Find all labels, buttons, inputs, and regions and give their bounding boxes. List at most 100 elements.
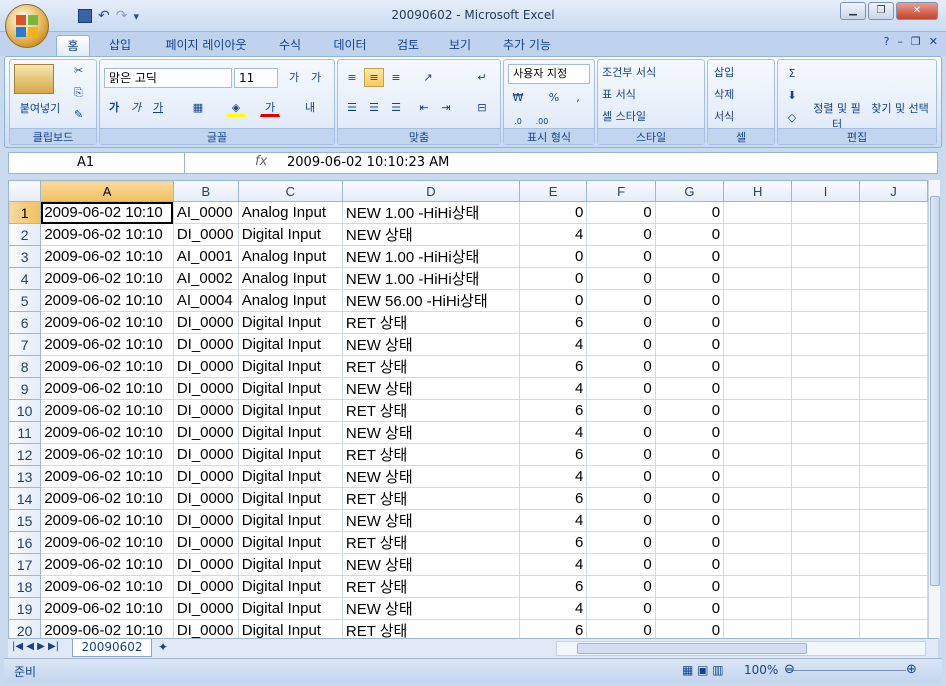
cell[interactable]: 2009-06-02 10:10 xyxy=(40,333,174,356)
column-header[interactable]: A xyxy=(40,180,174,202)
font-color-icon[interactable]: 가 xyxy=(260,98,280,117)
cell[interactable]: 6 xyxy=(518,399,588,422)
cell[interactable]: DI_0000 xyxy=(172,223,239,246)
cell[interactable] xyxy=(859,465,928,488)
cell[interactable] xyxy=(791,421,861,444)
cell[interactable]: DI_0000 xyxy=(172,311,239,334)
tab-view[interactable]: 보기 xyxy=(440,35,480,56)
cell[interactable] xyxy=(859,421,928,444)
cell[interactable]: 0 xyxy=(586,443,656,466)
cell[interactable] xyxy=(723,575,793,598)
row-header[interactable]: 12 xyxy=(8,443,42,466)
cell[interactable]: 0 xyxy=(586,531,656,554)
cell[interactable]: 0 xyxy=(654,289,725,312)
cell[interactable]: NEW 상태 xyxy=(341,223,520,246)
cell[interactable]: 2009-06-02 10:10 xyxy=(40,377,174,400)
cell[interactable]: NEW 1.00 -HiHi상태 xyxy=(341,201,520,224)
cell[interactable] xyxy=(723,333,793,356)
insert-sheet-icon[interactable]: ✦ xyxy=(158,640,168,654)
cell[interactable]: 6 xyxy=(518,531,588,554)
cell[interactable] xyxy=(791,333,861,356)
cell[interactable]: 0 xyxy=(654,201,725,224)
column-header[interactable]: C xyxy=(237,180,343,202)
cell[interactable]: 0 xyxy=(654,597,725,620)
cell[interactable] xyxy=(791,553,861,576)
align-middle-icon[interactable]: ≡ xyxy=(364,68,384,87)
cell[interactable]: 0 xyxy=(654,487,725,510)
cell[interactable]: NEW 상태 xyxy=(341,421,520,444)
cell[interactable]: DI_0000 xyxy=(172,333,239,356)
view-buttons-icon[interactable]: ▦ ▣ ▥ xyxy=(682,663,724,677)
tab-page-layout[interactable]: 페이지 레이아웃 xyxy=(150,35,262,56)
cell[interactable]: 4 xyxy=(518,509,588,532)
percent-icon[interactable]: % xyxy=(544,88,564,107)
cell[interactable]: Analog Input xyxy=(237,267,343,290)
cell[interactable]: Digital Input xyxy=(237,355,343,378)
cell[interactable] xyxy=(791,201,861,224)
cell[interactable]: RET 상태 xyxy=(341,311,520,334)
row-header[interactable]: 6 xyxy=(8,311,42,334)
cell[interactable]: 4 xyxy=(518,465,588,488)
row-header[interactable]: 19 xyxy=(8,597,42,620)
cell[interactable]: 0 xyxy=(654,619,725,638)
cell[interactable]: 0 xyxy=(586,619,656,638)
column-header[interactable]: J xyxy=(859,180,928,202)
cell[interactable]: RET 상태 xyxy=(341,443,520,466)
cell[interactable]: 0 xyxy=(518,289,588,312)
cell[interactable] xyxy=(723,553,793,576)
cell[interactable]: 0 xyxy=(586,223,656,246)
row-header[interactable]: 7 xyxy=(8,333,42,356)
cell[interactable]: 2009-06-02 10:10 xyxy=(40,575,174,598)
cell[interactable] xyxy=(859,619,928,638)
cell[interactable]: Digital Input xyxy=(237,597,343,620)
cell[interactable] xyxy=(859,531,928,554)
ribbon-minimize-icon[interactable]: – xyxy=(897,35,903,48)
column-header[interactable]: G xyxy=(654,180,725,202)
cell[interactable] xyxy=(859,245,928,268)
decrease-indent-icon[interactable]: ⇤ xyxy=(414,98,434,117)
cell[interactable] xyxy=(791,355,861,378)
cell[interactable]: Digital Input xyxy=(237,575,343,598)
cell[interactable]: 4 xyxy=(518,333,588,356)
cell[interactable] xyxy=(859,333,928,356)
cell[interactable]: 0 xyxy=(654,509,725,532)
tab-home[interactable]: 홈 xyxy=(56,35,90,56)
cell[interactable]: NEW 1.00 -HiHi상태 xyxy=(341,267,520,290)
format-table-button[interactable]: 표 서식 xyxy=(602,86,636,102)
row-header[interactable]: 16 xyxy=(8,531,42,554)
italic-icon[interactable]: 가 xyxy=(126,98,146,117)
cell[interactable] xyxy=(791,465,861,488)
save-icon[interactable] xyxy=(78,9,92,23)
cell[interactable]: AI_0000 xyxy=(172,201,239,224)
format-painter-icon[interactable]: ✎ xyxy=(74,108,83,121)
tab-addins[interactable]: 추가 기능 xyxy=(492,35,562,56)
cell[interactable]: 6 xyxy=(518,355,588,378)
undo-icon[interactable]: ↶ xyxy=(98,8,110,24)
cell[interactable]: DI_0000 xyxy=(172,597,239,620)
border-icon[interactable]: ▦ xyxy=(188,98,208,117)
cell[interactable]: RET 상태 xyxy=(341,531,520,554)
cell[interactable]: NEW 상태 xyxy=(341,509,520,532)
cell[interactable]: DI_0000 xyxy=(172,531,239,554)
cell[interactable]: DI_0000 xyxy=(172,465,239,488)
cell[interactable] xyxy=(723,597,793,620)
cell[interactable]: NEW 56.00 -HiHi상태 xyxy=(341,289,520,312)
cell[interactable] xyxy=(859,487,928,510)
row-header[interactable]: 18 xyxy=(8,575,42,598)
tab-data[interactable]: 데이터 xyxy=(322,35,378,56)
cell[interactable] xyxy=(723,289,793,312)
horizontal-scrollbar[interactable] xyxy=(556,641,926,656)
cell[interactable]: 6 xyxy=(518,487,588,510)
shrink-font-icon[interactable]: 가 xyxy=(306,68,326,87)
zoom-slider[interactable] xyxy=(786,670,906,682)
cell[interactable] xyxy=(723,223,793,246)
restore-button[interactable]: ❐ xyxy=(868,2,894,20)
cell[interactable]: 0 xyxy=(586,201,656,224)
currency-icon[interactable]: ₩ xyxy=(508,88,528,107)
cell[interactable]: 2009-06-02 10:10 xyxy=(40,355,174,378)
cell[interactable]: Digital Input xyxy=(237,223,343,246)
cell[interactable] xyxy=(791,289,861,312)
cell[interactable]: Digital Input xyxy=(237,311,343,334)
cell[interactable] xyxy=(791,597,861,620)
conditional-format-button[interactable]: 조건부 서식 xyxy=(602,64,656,80)
